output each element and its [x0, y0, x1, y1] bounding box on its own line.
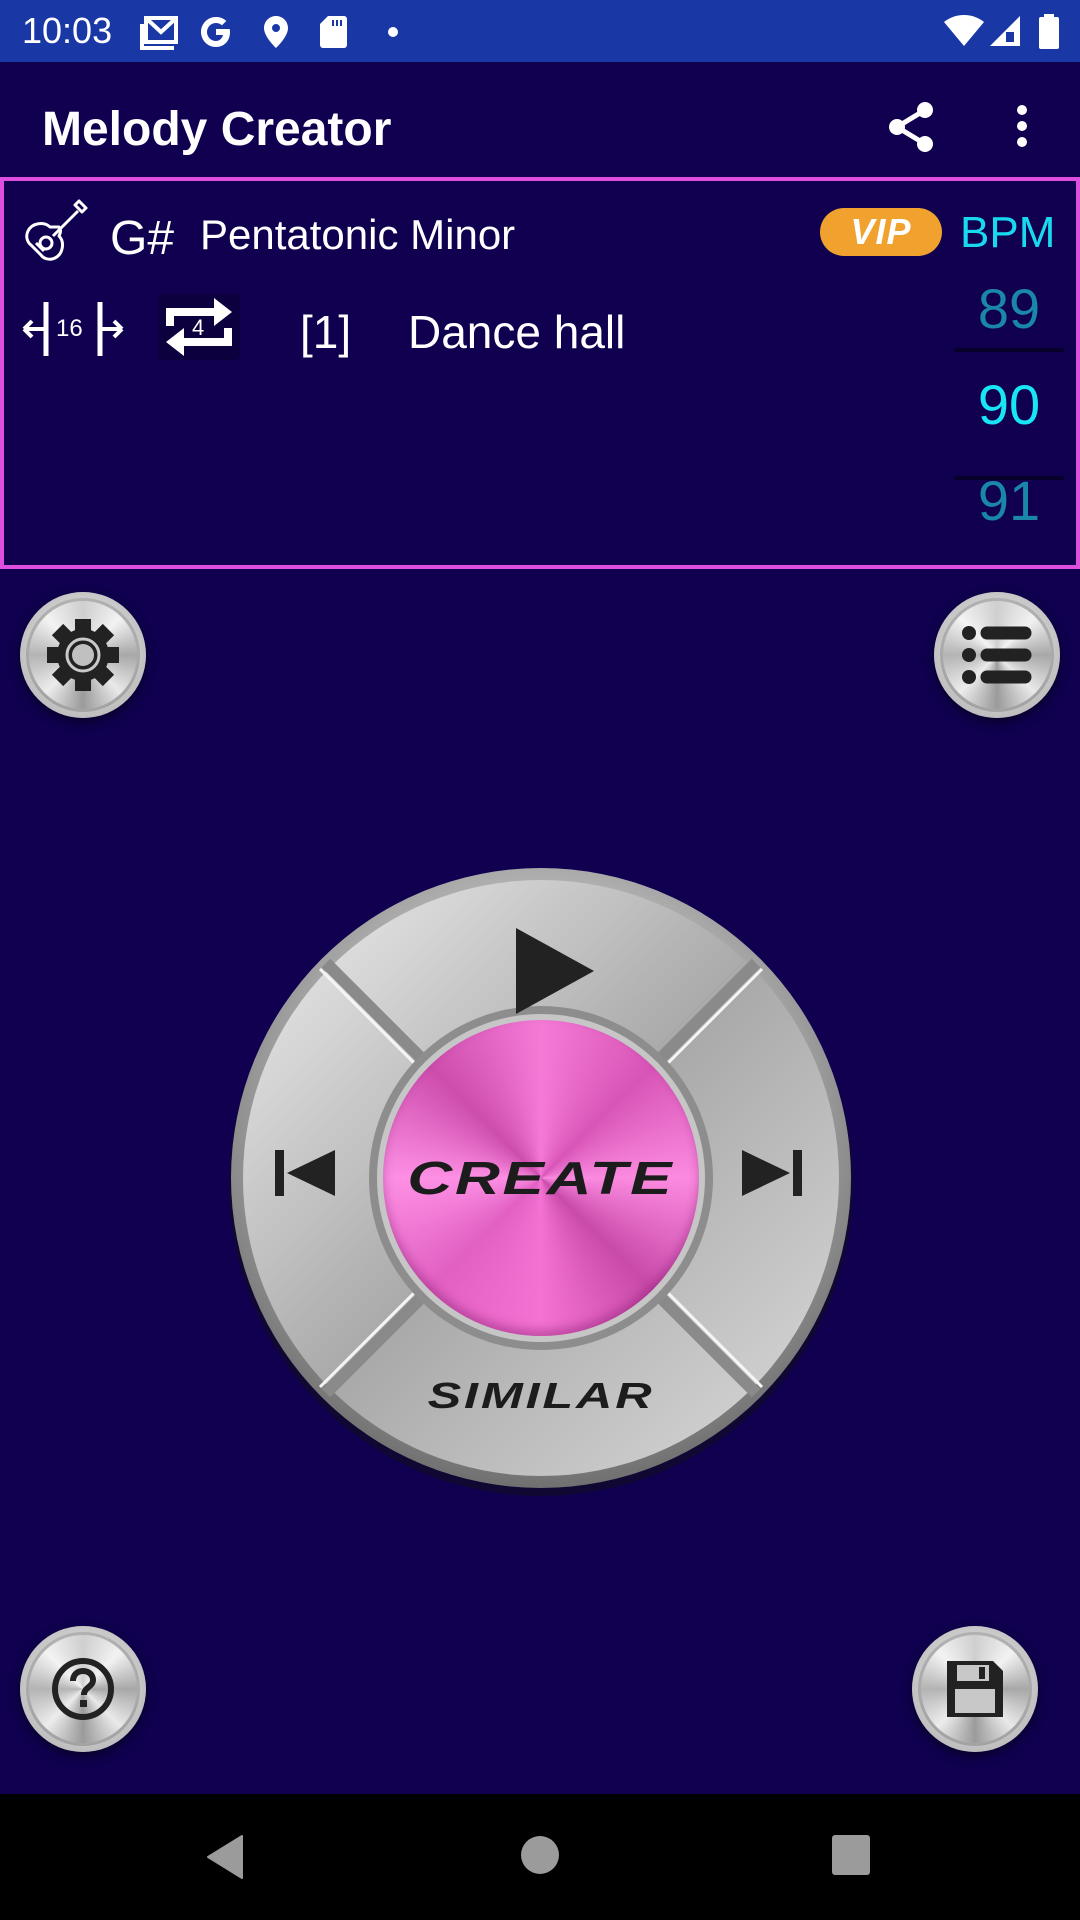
- play-icon: [516, 928, 594, 1014]
- bar-length-value: 16: [56, 315, 83, 342]
- google-icon: [201, 17, 230, 47]
- recents-icon[interactable]: [831, 1834, 871, 1876]
- gear-icon: [46, 618, 119, 691]
- help-icon: [51, 1657, 114, 1720]
- bpm-picker[interactable]: 89 90 91: [954, 276, 1064, 566]
- status-time: 10:03: [22, 10, 113, 51]
- sd-card-icon: [320, 16, 347, 48]
- next-button[interactable]: [726, 1128, 816, 1218]
- system-nav-bar: [0, 1794, 1080, 1920]
- key-selector[interactable]: G#: [110, 211, 174, 266]
- melody-settings-panel: G# Pentatonic Minor VIP BPM 16 4 [1] Dan…: [0, 177, 1080, 569]
- similar-button[interactable]: SIMILAR: [376, 1356, 706, 1436]
- bpm-divider-top: [954, 348, 1064, 352]
- bpm-label: BPM: [960, 208, 1056, 257]
- vip-badge[interactable]: VIP: [820, 208, 942, 256]
- signal-icon: [990, 16, 1020, 46]
- skip-previous-icon: [275, 1150, 335, 1196]
- bar-length-button[interactable]: 16: [20, 294, 130, 364]
- repeat-count: 4: [192, 315, 205, 340]
- app-title: Melody Creator: [42, 103, 392, 156]
- battery-icon: [1039, 14, 1059, 49]
- create-button[interactable]: CREATE: [383, 1020, 699, 1336]
- floppy-disk-icon: [946, 1660, 1003, 1717]
- back-icon[interactable]: [204, 1834, 246, 1880]
- wifi-icon: [944, 15, 984, 46]
- gmail-icon: [140, 16, 178, 50]
- share-icon[interactable]: [885, 100, 939, 154]
- create-label: CREATE: [407, 1152, 675, 1204]
- location-icon: [264, 16, 288, 48]
- repeat-button[interactable]: 4: [158, 294, 240, 360]
- bpm-next[interactable]: 91: [954, 468, 1064, 533]
- playback-dpad: CREATE SIMILAR: [226, 866, 856, 1496]
- list-icon: [961, 625, 1032, 684]
- home-icon[interactable]: [520, 1834, 560, 1876]
- skip-next-icon: [742, 1150, 802, 1196]
- style-selector[interactable]: Dance hall: [408, 305, 625, 359]
- app-bar: Melody Creator: [0, 62, 1080, 176]
- bpm-previous[interactable]: 89: [954, 276, 1064, 341]
- scale-selector[interactable]: Pentatonic Minor: [200, 211, 515, 259]
- more-vert-icon[interactable]: [1008, 102, 1036, 154]
- status-bar: 10:03: [0, 0, 1080, 62]
- previous-button[interactable]: [261, 1128, 351, 1218]
- save-button[interactable]: [912, 1626, 1038, 1752]
- similar-label: SIMILAR: [427, 1375, 655, 1416]
- play-button[interactable]: [496, 916, 606, 1026]
- help-button[interactable]: [20, 1626, 146, 1752]
- guitar-icon[interactable]: [20, 197, 92, 269]
- pattern-number[interactable]: [1]: [300, 305, 351, 359]
- settings-button[interactable]: [20, 592, 146, 718]
- melody-list-button[interactable]: [934, 592, 1060, 718]
- dot-icon: [388, 27, 398, 37]
- bpm-selected[interactable]: 90: [954, 372, 1064, 437]
